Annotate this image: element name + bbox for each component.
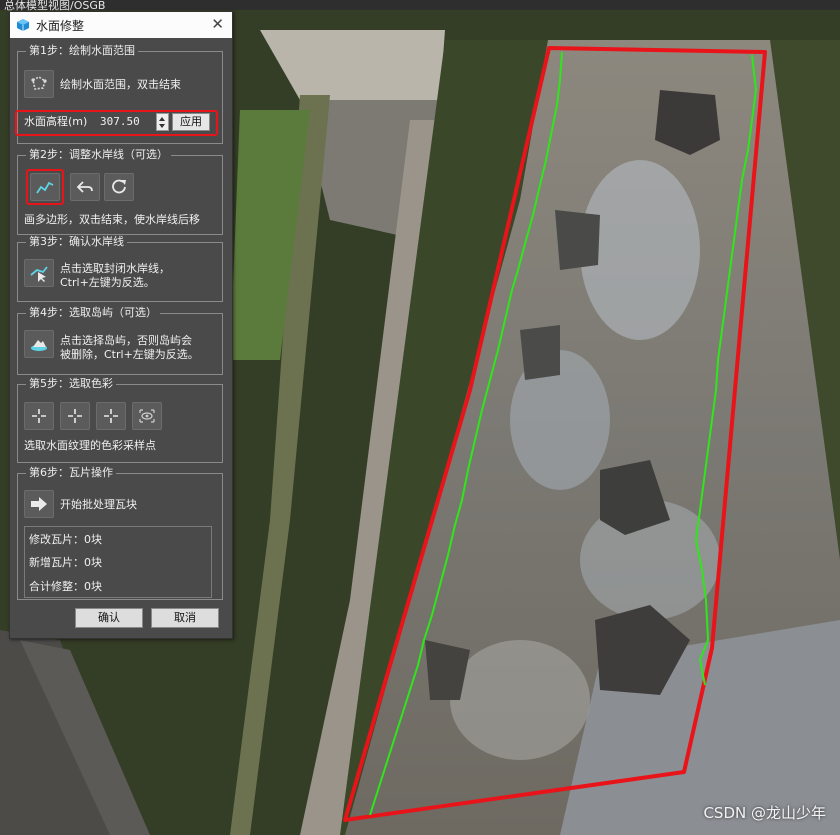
step5-group: 第5步：选取色彩 选取水面纹理的色彩采样点 — [17, 377, 223, 463]
step4-legend: 第4步：选取岛屿（可选） — [26, 306, 160, 320]
step3-group: 第3步：确认水岸线 点击选取封闭水岸线， Ctrl+左键为反选。 — [17, 235, 223, 302]
draw-water-area-button[interactable] — [24, 70, 54, 98]
color-sample-button-3[interactable] — [96, 402, 126, 430]
step2-legend: 第2步：调整水岸线（可选） — [26, 148, 171, 162]
water-trim-dialog: 水面修整 ✕ 第1步：绘制水面范围 绘制水面范围，双击结束 水面高程(m) 应用… — [9, 11, 233, 639]
undo-icon — [76, 181, 93, 193]
step3-hint-line2: Ctrl+左键为反选。 — [60, 276, 155, 289]
dialog-title: 水面修整 — [36, 19, 85, 33]
step2-group: 第2步：调整水岸线（可选） 画多边形，双击结束，使水岸线后移 — [17, 148, 223, 235]
crosshair-icon — [32, 409, 46, 423]
pick-line-icon — [30, 266, 48, 282]
arrow-right-icon — [31, 497, 47, 511]
new-tiles: 新增瓦片：0块 — [29, 556, 102, 569]
step6-legend: 第6步：瓦片操作 — [26, 466, 116, 480]
step3-hint-line1: 点击选取封闭水岸线， — [60, 262, 170, 275]
eye-icon — [139, 409, 155, 423]
cancel-button[interactable]: 取消 — [151, 608, 219, 628]
redo-button[interactable] — [104, 173, 134, 201]
ok-button[interactable]: 确认 — [75, 608, 143, 628]
redo-icon — [112, 179, 126, 194]
color-view-button[interactable] — [132, 402, 162, 430]
step3-legend: 第3步：确认水岸线 — [26, 235, 127, 249]
elevation-highlight — [15, 110, 218, 136]
adjust-shoreline-highlight — [26, 169, 64, 205]
crosshair-icon — [68, 409, 82, 423]
step1-legend: 第1步：绘制水面范围 — [26, 44, 138, 58]
undo-button[interactable] — [70, 173, 100, 201]
batch-label: 开始批处理瓦块 — [60, 498, 137, 511]
crosshair-icon — [104, 409, 118, 423]
step5-hint: 选取水面纹理的色彩采样点 — [24, 439, 156, 452]
watermark: CSDN @龙山少年 — [703, 804, 826, 822]
color-sample-button-1[interactable] — [24, 402, 54, 430]
modified-tiles: 修改瓦片：0块 — [29, 533, 102, 546]
window-titlebar: 总体模型视图/OSGB — [0, 0, 840, 12]
pick-shoreline-button[interactable] — [24, 259, 54, 287]
dialog-titlebar[interactable]: 水面修整 ✕ — [10, 12, 232, 38]
color-sample-button-2[interactable] — [60, 402, 90, 430]
close-button[interactable]: ✕ — [211, 15, 224, 33]
step6-group: 第6步：瓦片操作 开始批处理瓦块 修改瓦片：0块 新增瓦片：0块 合计修整：0块 — [17, 466, 223, 600]
total-trimmed: 合计修整：0块 — [29, 580, 102, 593]
step5-legend: 第5步：选取色彩 — [26, 377, 116, 391]
batch-process-button[interactable] — [24, 490, 54, 518]
draw-area-label: 绘制水面范围，双击结束 — [60, 78, 181, 91]
step4-group: 第4步：选取岛屿（可选） 点击选择岛屿，否则岛屿会 被删除，Ctrl+左键为反选… — [17, 306, 223, 375]
step4-hint-line1: 点击选择岛屿，否则岛屿会 — [60, 334, 192, 347]
polygon-draw-icon — [31, 76, 47, 90]
step4-hint-line2: 被删除，Ctrl+左键为反选。 — [60, 348, 199, 361]
tile-stats-box: 修改瓦片：0块 新增瓦片：0块 合计修整：0块 — [24, 526, 212, 598]
cube-logo-icon — [17, 19, 29, 31]
island-icon — [31, 340, 47, 351]
step2-hint: 画多边形，双击结束，使水岸线后移 — [24, 213, 200, 226]
pick-island-button[interactable] — [24, 330, 54, 358]
